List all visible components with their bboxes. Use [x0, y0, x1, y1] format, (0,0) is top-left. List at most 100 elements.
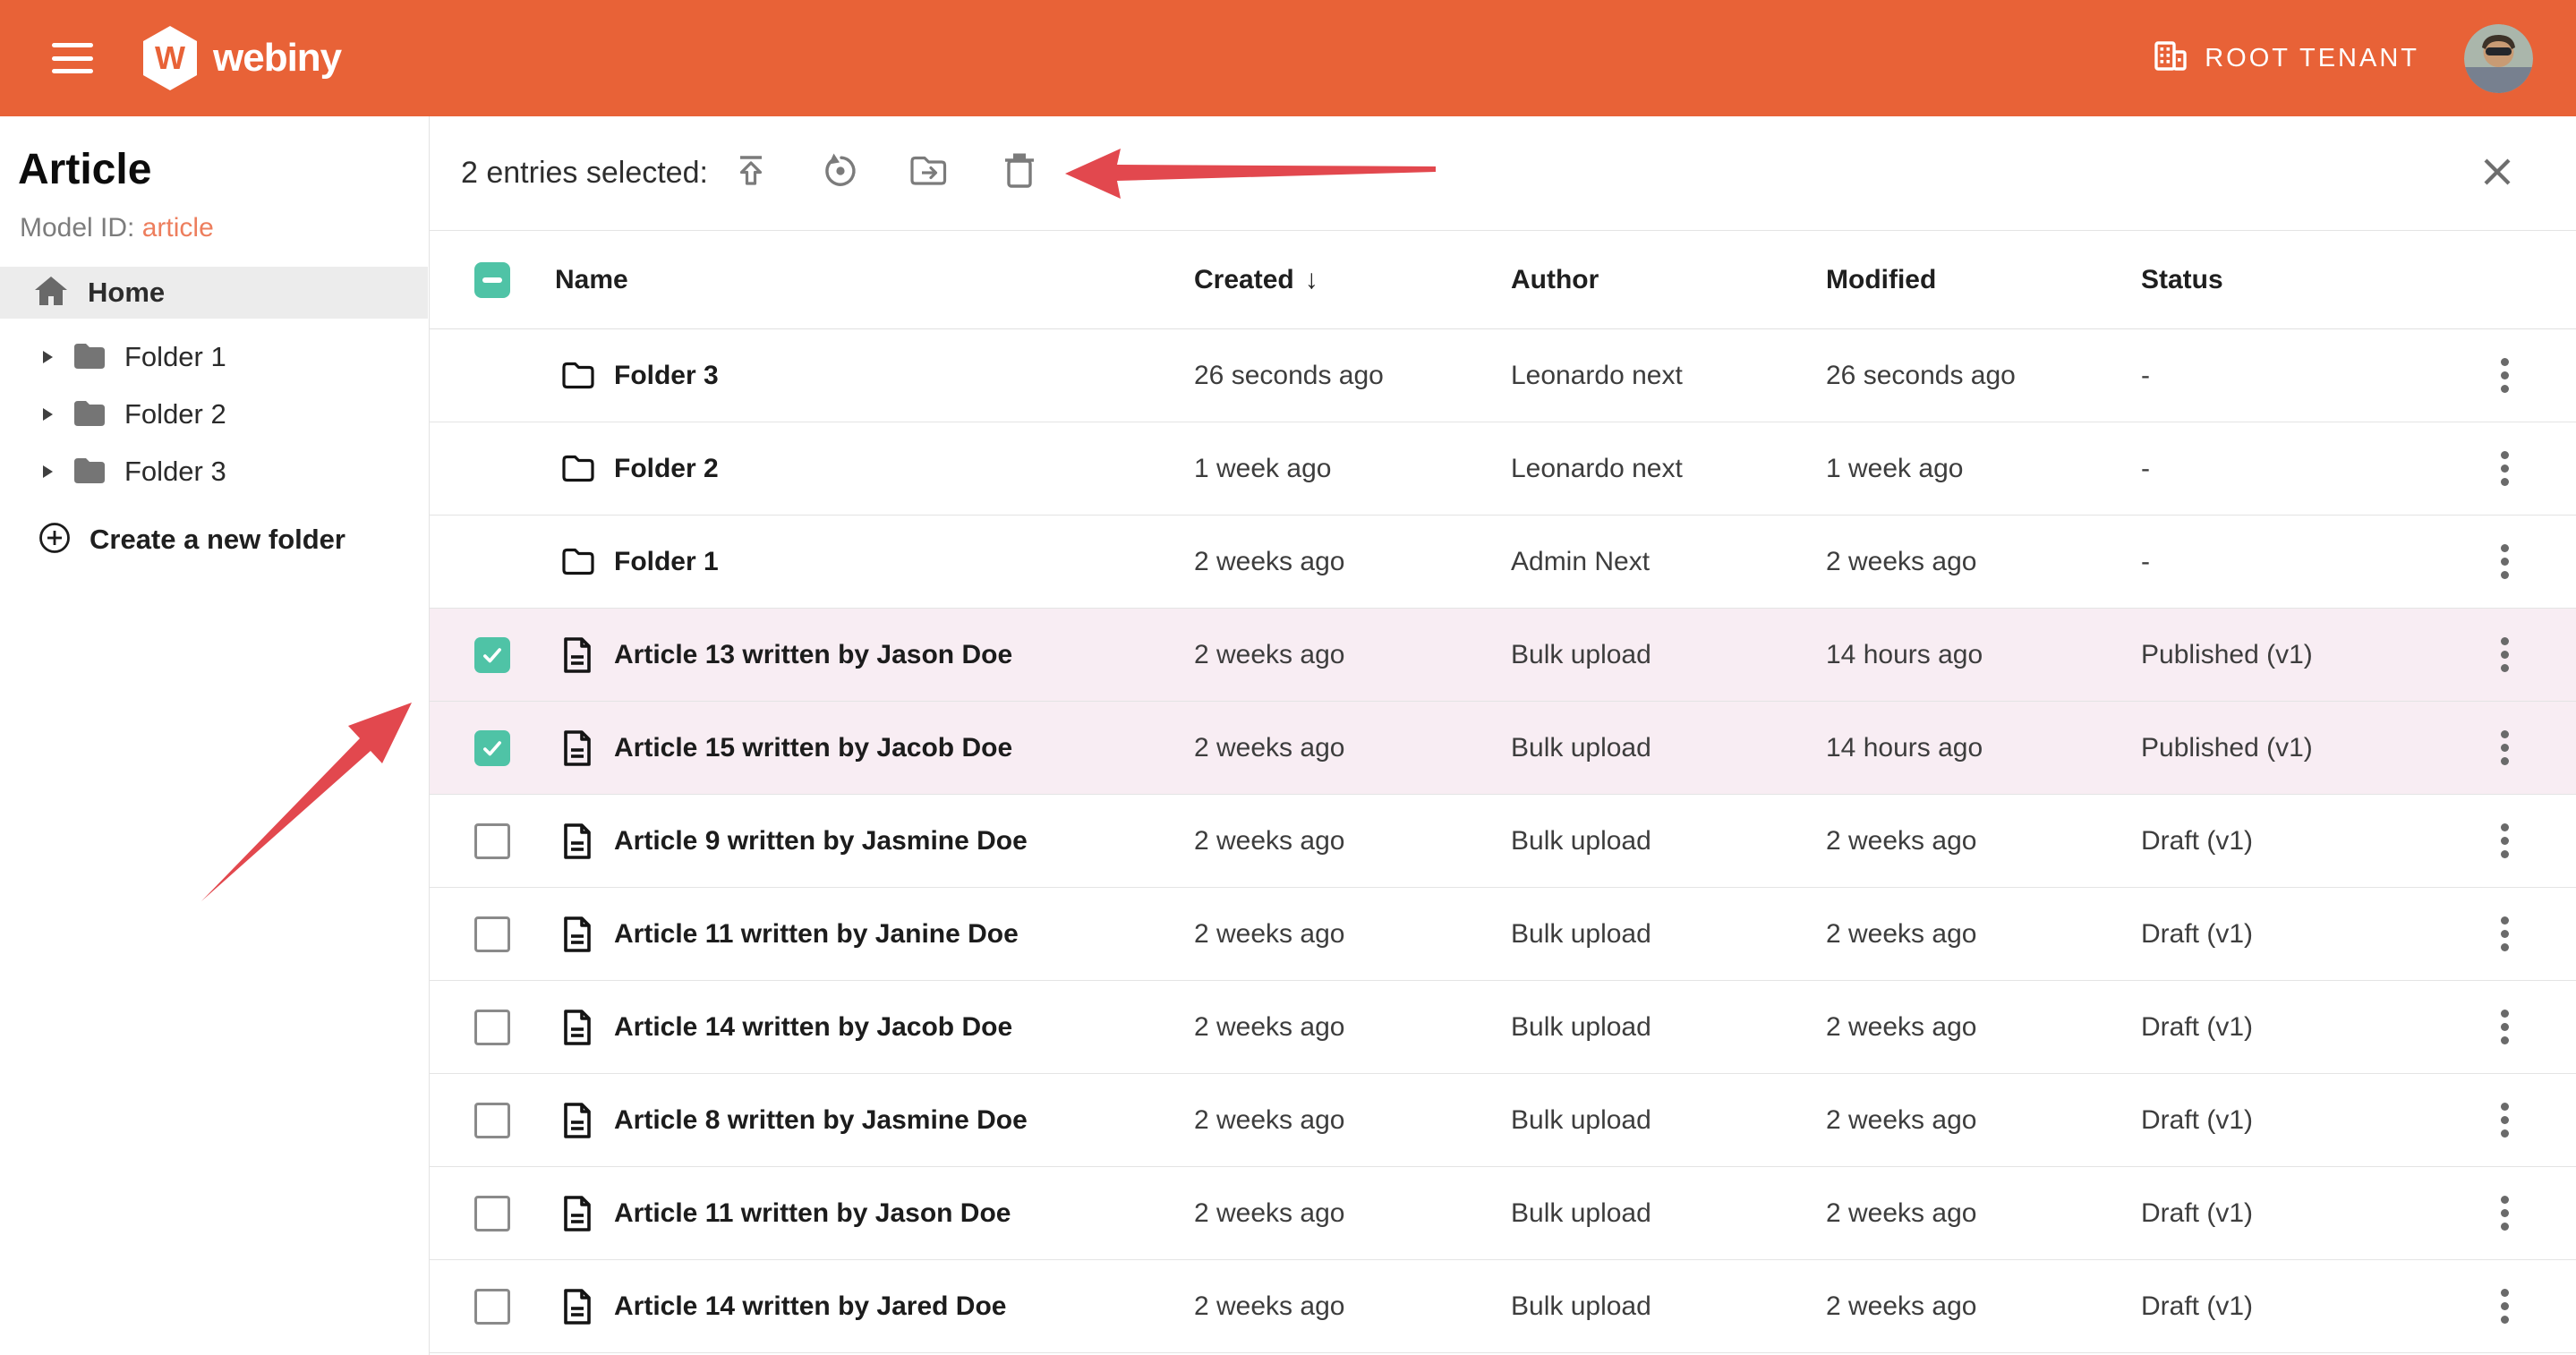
- row-status: Draft (v1): [2141, 1260, 2253, 1352]
- row-name[interactable]: Article 11 written by Jason Doe: [614, 1167, 1011, 1259]
- user-avatar[interactable]: [2464, 24, 2533, 93]
- create-folder-button[interactable]: Create a new folder: [0, 517, 428, 562]
- column-header-created[interactable]: Created ↓: [1194, 231, 1318, 328]
- row-created: 2 weeks ago: [1194, 1260, 1344, 1352]
- row-name[interactable]: Article 11 written by Janine Doe: [614, 888, 1019, 980]
- sidebar-item-folder-1[interactable]: Folder 1: [0, 328, 428, 386]
- table-row[interactable]: Article 15 written by Jacob Doe 2 weeks …: [430, 702, 2576, 795]
- row-modified: 14 hours ago: [1826, 609, 1983, 701]
- row-checkbox-unchecked[interactable]: [474, 1010, 510, 1045]
- row-created: 2 weeks ago: [1194, 981, 1344, 1073]
- row-status: -: [2141, 329, 2150, 422]
- webiny-logo[interactable]: W webiny: [143, 26, 341, 90]
- table-row[interactable]: Article 11 written by Janine Doe 2 weeks…: [430, 888, 2576, 981]
- hamburger-menu-icon[interactable]: [52, 43, 93, 73]
- row-actions-menu[interactable]: [2485, 609, 2524, 701]
- delete-action-button[interactable]: [1000, 154, 1039, 193]
- row-created: 2 weeks ago: [1194, 1074, 1344, 1166]
- document-icon: [561, 1074, 593, 1166]
- webiny-logo-initial: W: [143, 26, 197, 90]
- row-actions-menu[interactable]: [2485, 516, 2524, 608]
- move-to-folder-action-button[interactable]: [910, 154, 950, 193]
- row-actions-menu[interactable]: [2485, 1260, 2524, 1352]
- kebab-menu-icon: [2501, 1196, 2509, 1231]
- row-actions-menu[interactable]: [2485, 1074, 2524, 1166]
- tenant-selector[interactable]: ROOT TENANT: [2151, 37, 2419, 81]
- row-name[interactable]: Article 13 written by Jason Doe: [614, 609, 1012, 701]
- home-icon: [34, 276, 68, 311]
- kebab-menu-icon: [2501, 1010, 2509, 1044]
- row-actions-menu[interactable]: [2485, 888, 2524, 980]
- row-name[interactable]: Folder 3: [614, 329, 719, 422]
- row-checkbox-unchecked[interactable]: [474, 1289, 510, 1325]
- row-actions-menu[interactable]: [2485, 702, 2524, 794]
- document-icon: [561, 1167, 593, 1259]
- row-status: Draft (v1): [2141, 1074, 2253, 1166]
- move-folder-icon: [909, 153, 951, 193]
- folder-icon: [73, 342, 105, 373]
- row-checkbox-unchecked[interactable]: [474, 916, 510, 952]
- table-row[interactable]: Article 14 written by Jared Doe 2 weeks …: [430, 1260, 2576, 1353]
- row-status: Published (v1): [2141, 702, 2313, 794]
- sidebar-folder-label: Folder 1: [124, 341, 226, 373]
- unpublish-action-button[interactable]: [821, 154, 860, 193]
- row-name[interactable]: Article 14 written by Jacob Doe: [614, 981, 1012, 1073]
- table-row[interactable]: Article 13 written by Jason Doe 2 weeks …: [430, 609, 2576, 702]
- caret-right-icon[interactable]: [43, 408, 53, 421]
- row-actions-menu[interactable]: [2485, 1167, 2524, 1259]
- sidebar-item-folder-3[interactable]: Folder 3: [0, 443, 428, 500]
- row-name[interactable]: Article 9 written by Jasmine Doe: [614, 795, 1028, 887]
- table-row[interactable]: Folder 1 2 weeks ago Admin Next 2 weeks …: [430, 516, 2576, 609]
- table-row[interactable]: Article 8 written by Jasmine Doe 2 weeks…: [430, 1074, 2576, 1167]
- close-selection-button[interactable]: [2478, 154, 2517, 193]
- row-name[interactable]: Article 15 written by Jacob Doe: [614, 702, 1012, 794]
- row-author: Leonardo next: [1511, 422, 1683, 515]
- row-status: Draft (v1): [2141, 981, 2253, 1073]
- row-author: Bulk upload: [1511, 609, 1651, 701]
- model-id-value: article: [142, 213, 214, 243]
- sidebar-item-home[interactable]: Home: [0, 267, 428, 319]
- row-actions-menu[interactable]: [2485, 795, 2524, 887]
- row-name[interactable]: Article 8 written by Jasmine Doe: [614, 1074, 1028, 1166]
- column-header-modified[interactable]: Modified: [1826, 231, 1936, 328]
- row-modified: 2 weeks ago: [1826, 516, 1976, 608]
- column-header-name[interactable]: Name: [555, 231, 628, 328]
- row-checkbox-cell: [474, 795, 510, 887]
- row-status: Draft (v1): [2141, 1167, 2253, 1259]
- row-checkbox-checked[interactable]: [474, 730, 510, 766]
- column-header-status[interactable]: Status: [2141, 231, 2223, 328]
- sidebar: Article Model ID: article Home Folder 1: [0, 116, 430, 1355]
- sort-descending-icon: ↓: [1305, 265, 1318, 295]
- row-checkbox-unchecked[interactable]: [474, 1103, 510, 1138]
- row-actions-menu[interactable]: [2485, 329, 2524, 422]
- caret-right-icon[interactable]: [43, 351, 53, 363]
- column-header-author[interactable]: Author: [1511, 231, 1599, 328]
- publish-action-button[interactable]: [731, 154, 771, 193]
- table-row[interactable]: Article 11 written by Jason Doe 2 weeks …: [430, 1167, 2576, 1260]
- row-actions-menu[interactable]: [2485, 422, 2524, 515]
- row-modified: 2 weeks ago: [1826, 888, 1976, 980]
- sidebar-item-folder-2[interactable]: Folder 2: [0, 386, 428, 443]
- row-author: Leonardo next: [1511, 329, 1683, 422]
- row-checkbox-cell: [474, 1074, 510, 1166]
- row-status: -: [2141, 422, 2150, 515]
- document-icon: [561, 981, 593, 1073]
- row-checkbox-unchecked[interactable]: [474, 1196, 510, 1231]
- row-created: 2 weeks ago: [1194, 1167, 1344, 1259]
- kebab-menu-icon: [2501, 637, 2509, 672]
- caret-right-icon[interactable]: [43, 465, 53, 478]
- row-checkbox-checked[interactable]: [474, 637, 510, 673]
- table-row[interactable]: Article 9 written by Jasmine Doe 2 weeks…: [430, 795, 2576, 888]
- row-name[interactable]: Folder 1: [614, 516, 719, 608]
- table-row[interactable]: Article 14 written by Jacob Doe 2 weeks …: [430, 981, 2576, 1074]
- row-actions-menu[interactable]: [2485, 981, 2524, 1073]
- select-all-checkbox[interactable]: [474, 262, 510, 298]
- row-checkbox-unchecked[interactable]: [474, 823, 510, 859]
- row-name[interactable]: Folder 2: [614, 422, 719, 515]
- table-row[interactable]: Folder 3 26 seconds ago Leonardo next 26…: [430, 329, 2576, 422]
- folder-icon: [561, 329, 595, 422]
- table-row[interactable]: Folder 2 1 week ago Leonardo next 1 week…: [430, 422, 2576, 516]
- row-author: Bulk upload: [1511, 1074, 1651, 1166]
- row-name[interactable]: Article 14 written by Jared Doe: [614, 1260, 1007, 1352]
- row-checkbox-cell: [474, 702, 510, 794]
